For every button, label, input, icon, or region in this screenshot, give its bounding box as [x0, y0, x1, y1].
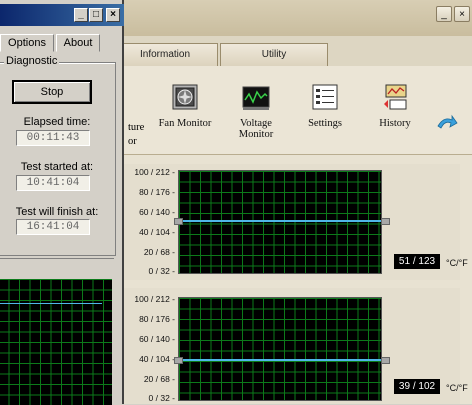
chart1-plot-area: [178, 170, 382, 274]
chart2-axis-label: 80 / 176 -: [139, 314, 175, 324]
history-button[interactable]: History: [370, 82, 420, 129]
chart1-threshold-handle-right[interactable]: [381, 218, 390, 225]
chart1-axis-label: 40 / 104 -: [139, 227, 175, 237]
mini-graph-trace: [0, 303, 102, 304]
temperature-monitor-label-2[interactable]: or: [128, 136, 137, 147]
chart1-axis-label: 100 / 212 -: [134, 167, 175, 177]
chart2-threshold-handle-left[interactable]: [174, 357, 183, 364]
fan-icon: [170, 82, 200, 112]
chart2-axis-label: 100 / 212 -: [134, 294, 175, 304]
test-started-label: Test started at:: [20, 161, 94, 173]
voltage-monitor-icon: [241, 82, 271, 112]
chart2-unit: °C/°F: [446, 383, 468, 393]
tab-information[interactable]: Information: [112, 43, 218, 66]
history-label: History: [379, 118, 411, 129]
test-finish-label: Test will finish at:: [15, 206, 99, 218]
mini-graph-plot: [0, 279, 112, 405]
test-finish-field: 16:41:04: [16, 219, 90, 235]
chart1-axis-label: 60 / 140 -: [139, 207, 175, 217]
chart1-readout: 51 / 123: [394, 254, 440, 269]
diagnostic-window: _ □ × Options About Diagnostic Stop Elap…: [0, 0, 124, 405]
stop-button[interactable]: Stop: [12, 80, 92, 104]
voltage-monitor-label-2: Monitor: [238, 129, 274, 140]
tab-about[interactable]: About: [56, 34, 100, 52]
maximize-button[interactable]: □: [89, 8, 103, 22]
tab-utility[interactable]: Utility: [220, 43, 328, 66]
monitor-minimize-button[interactable]: _: [436, 6, 452, 22]
diagnostic-titlebar: _ □ ×: [0, 4, 124, 26]
chart2-axis-label: 40 / 104 -: [139, 354, 175, 364]
temperature-monitor-label[interactable]: ture: [128, 122, 144, 133]
fan-monitor-button[interactable]: Fan Monitor: [152, 82, 218, 129]
next-arrow-icon[interactable]: [436, 114, 458, 137]
monitor-close-button[interactable]: ×: [454, 6, 470, 22]
chart2-threshold-handle-right[interactable]: [381, 357, 390, 364]
history-icon: [380, 82, 410, 112]
chart1-temperature-trace: [178, 220, 382, 222]
chart1-threshold-handle-left[interactable]: [174, 218, 183, 225]
diagnostic-group-title: Diagnostic: [4, 55, 60, 67]
test-started-field: 10:41:04: [16, 175, 90, 191]
voltage-monitor-label-1: Voltage: [240, 118, 272, 129]
voltage-monitor-button[interactable]: Voltage Monitor: [228, 82, 284, 140]
chart2-plot-area: [178, 297, 382, 401]
settings-button[interactable]: Settings: [300, 82, 350, 129]
minimize-button[interactable]: _: [74, 8, 88, 22]
settings-icon: [310, 82, 340, 112]
chart2-axis-label: 0 / 32 -: [148, 393, 175, 403]
chart1-unit: °C/°F: [446, 258, 468, 268]
chart2-temperature-trace: [178, 359, 382, 361]
chart1-axis-label: 0 / 32 -: [148, 266, 175, 276]
close-button[interactable]: ×: [106, 8, 120, 22]
chart1-axis-label: 20 / 68 -: [143, 247, 175, 257]
elapsed-time-label: Elapsed time:: [23, 116, 91, 128]
elapsed-time-field: 00:11:43: [16, 130, 90, 146]
mini-graph-panel: [0, 258, 114, 405]
fan-monitor-label: Fan Monitor: [158, 118, 212, 129]
chart2-axis-label: 60 / 140 -: [139, 334, 175, 344]
chart2-readout: 39 / 102: [394, 379, 440, 394]
tab-options[interactable]: Options: [0, 34, 54, 52]
chart2-axis-label: 20 / 68 -: [143, 374, 175, 384]
settings-label: Settings: [308, 118, 342, 129]
chart1-axis-label: 80 / 176 -: [139, 187, 175, 197]
